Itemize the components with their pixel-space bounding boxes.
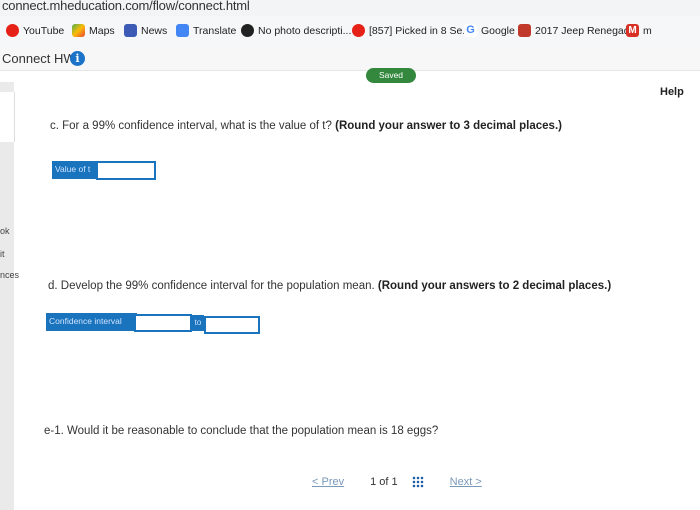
pager: < Prev 1 of 1 Next >	[312, 476, 482, 488]
youtube-icon	[352, 24, 365, 37]
bookmark-label: [857] Picked in 8 Se...	[369, 24, 472, 37]
translate-icon	[176, 24, 189, 37]
question-c: c. For a 99% confidence interval, what i…	[50, 120, 562, 132]
github-icon	[241, 24, 254, 37]
confidence-interval-label: Confidence interval	[46, 313, 137, 331]
page-total: 1	[391, 476, 398, 488]
page-of: of	[379, 476, 389, 488]
bookmark-news[interactable]: News	[124, 24, 167, 37]
question-d: d. Develop the 99% confidence interval f…	[48, 280, 611, 292]
left-edge-text: nces	[0, 270, 20, 280]
to-label: to	[192, 315, 204, 331]
bookmark-gmail[interactable]: M m	[626, 24, 652, 37]
youtube-icon	[6, 24, 19, 37]
left-edge-text: ok	[0, 226, 10, 236]
maps-icon	[72, 24, 85, 37]
next-button[interactable]: Next >	[450, 476, 482, 488]
gmail-icon: M	[626, 24, 639, 37]
page-current: 1	[370, 476, 377, 488]
bookmark-no-photo[interactable]: No photo descripti...	[241, 24, 351, 37]
bookmark-label: 2017 Jeep Renegad...	[535, 24, 639, 37]
grid-icon[interactable]	[411, 476, 424, 488]
news-icon	[124, 24, 137, 37]
question-d-text: d. Develop the 99% confidence interval f…	[48, 280, 378, 292]
car-icon	[518, 24, 531, 37]
confidence-interval-high-input[interactable]	[204, 316, 260, 334]
page-indicator: 1 of 1	[370, 476, 398, 488]
value-of-t-input[interactable]	[96, 161, 156, 180]
prev-button[interactable]: < Prev	[312, 476, 344, 488]
page-title: Connect HW	[2, 51, 76, 66]
value-of-t-label: Value of t	[52, 161, 99, 179]
bookmark-label: No photo descripti...	[258, 24, 352, 37]
url-text: connect.mheducation.com/flow/connect.htm…	[2, 0, 250, 13]
saved-badge: Saved	[366, 68, 416, 83]
bookmark-label: News	[141, 24, 168, 37]
bookmark-label: Maps	[89, 24, 115, 37]
question-e1-text: e-1. Would it be reasonable to conclude …	[44, 425, 439, 437]
bookmark-label: Translate	[193, 24, 237, 37]
bookmark-maps[interactable]: Maps	[72, 24, 115, 37]
left-edge-text: it	[0, 249, 5, 259]
bookmark-label: Google	[481, 24, 515, 37]
help-link[interactable]: Help	[660, 86, 684, 98]
bookmark-picked[interactable]: [857] Picked in 8 Se...	[352, 24, 471, 37]
question-e1: e-1. Would it be reasonable to conclude …	[44, 425, 438, 437]
bookmark-jeep[interactable]: 2017 Jeep Renegad...	[518, 24, 638, 37]
bookmark-label: YouTube	[23, 24, 65, 37]
question-d-instruction: (Round your answers to 2 decimal places.…	[377, 280, 612, 292]
google-icon: G	[464, 24, 477, 37]
bookmark-youtube[interactable]: YouTube	[6, 24, 64, 37]
question-c-text: c. For a 99% confidence interval, what i…	[50, 120, 336, 132]
connect-header: Connect HW i	[0, 46, 700, 71]
question-c-instruction: (Round your answer to 3 decimal places.)	[335, 120, 562, 132]
confidence-interval-low-input[interactable]	[134, 314, 192, 332]
current-question-marker	[0, 92, 15, 142]
address-bar[interactable]: connect.mheducation.com/flow/connect.htm…	[0, 0, 700, 16]
bookmark-google[interactable]: G Google	[464, 24, 515, 37]
bookmark-label: m	[643, 24, 652, 37]
bookmark-translate[interactable]: Translate	[176, 24, 236, 37]
question-nav-strip[interactable]	[0, 82, 15, 510]
bookmarks-bar: YouTube Maps News Translate No photo des…	[0, 16, 700, 47]
info-icon[interactable]: i	[70, 51, 85, 66]
